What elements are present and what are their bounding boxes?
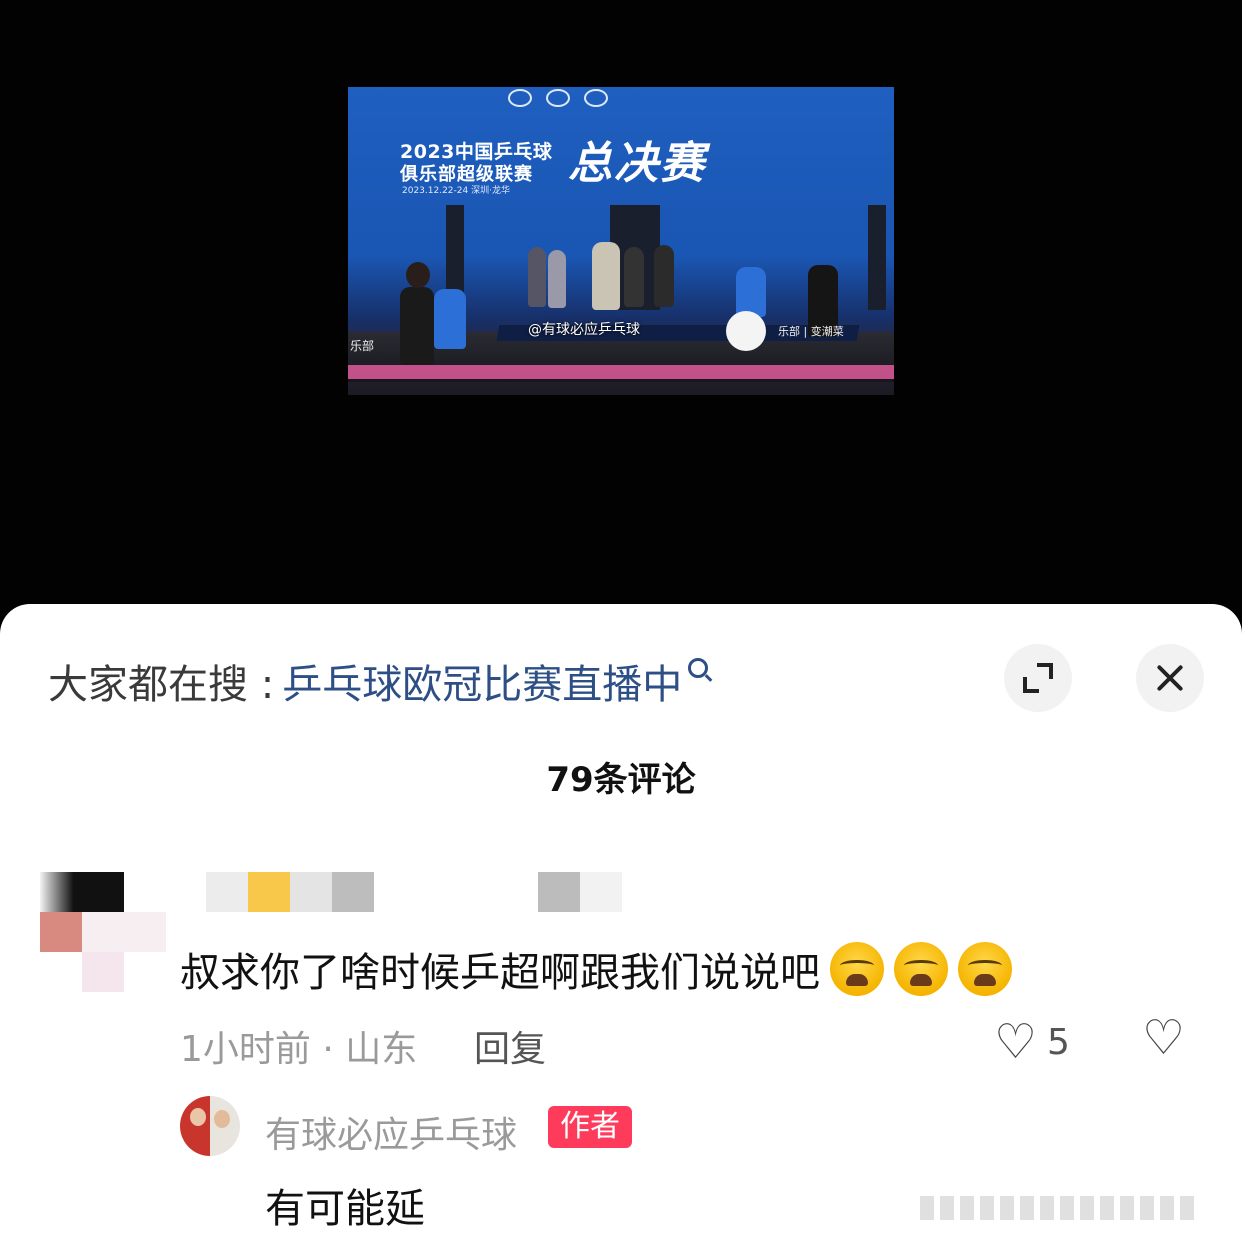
staff-figure [592,242,620,310]
reply-text: 有可能延 [265,1186,425,1232]
staff-figure [548,250,566,308]
avatar[interactable] [40,872,166,992]
trending-label: 大家都在搜 : [48,662,275,708]
author-badge: 作者 [548,1106,632,1148]
side-sign-right: 乐部 | 变潮菜 [778,325,844,338]
staff-figure [654,245,674,307]
crying-face-icon [958,942,1012,996]
expand-icon [1023,663,1053,693]
player-figure [434,289,466,349]
close-icon [1153,661,1187,695]
heart-icon[interactable]: ♡ [994,1018,1037,1066]
username-redacted [248,872,290,912]
like-button[interactable]: ♡ 5 [994,1018,1070,1066]
comments-sheet: 大家都在搜 : 乒乓球欧冠比赛直播中 79条评论 叔求你了啥时候乒超啊跟我们说说… [0,604,1242,1248]
stage-panel [868,205,886,310]
corner-watermark [920,1196,1216,1222]
username-redacted [580,872,622,912]
comment-count-title: 79条评论 [546,760,696,800]
player-figure [400,287,434,365]
player-head [406,262,430,288]
white-ball-prop [726,311,766,351]
banner-finals-text: 总决赛 [568,138,706,189]
player-figure [736,267,766,317]
username-redacted [332,872,374,912]
trending-search-bar[interactable]: 大家都在搜 : 乒乓球欧冠比赛直播中 [48,652,709,710]
username-redacted [538,872,580,912]
expand-button[interactable] [1004,644,1072,712]
staff-figure [528,247,546,307]
comment-body: 叔求你了啥时候乒超啊跟我们说说吧 [180,940,1012,998]
side-sign-left: 乐部 [350,339,375,353]
crying-face-icon [830,942,884,996]
staff-figure [624,247,644,307]
comment-meta: 1小时前 · 山东 [180,1029,418,1070]
like-count: 5 [1047,1021,1070,1063]
username-redacted [290,872,332,912]
search-icon [688,658,709,678]
banner-date: 2023.12.22-24 深圳·龙华 [402,186,510,196]
crying-face-icon [894,942,948,996]
reply-button[interactable]: 回复 [474,1020,546,1072]
stage-mat [348,365,894,379]
author-avatar[interactable] [180,1096,240,1156]
trending-query-link[interactable]: 乒乓球欧冠比赛直播中 [282,652,682,710]
close-button[interactable] [1136,644,1204,712]
username-redacted [206,872,248,912]
video-player[interactable]: 2023中国乒乓球 俱乐部超级联赛 2023.12.22-24 深圳·龙华 总决… [0,0,1242,620]
comment-text: 叔求你了啥时候乒超啊跟我们说说吧 [180,950,820,996]
reply-author-name[interactable]: 有球必应乒乓球 [265,1106,517,1158]
sponsor-logos [508,89,608,107]
video-watermark: @有球必应乒乓球 [528,322,640,338]
broken-heart-icon[interactable]: ♡ [1142,1014,1185,1062]
video-frame[interactable]: 2023中国乒乓球 俱乐部超级联赛 2023.12.22-24 深圳·龙华 总决… [348,87,894,395]
